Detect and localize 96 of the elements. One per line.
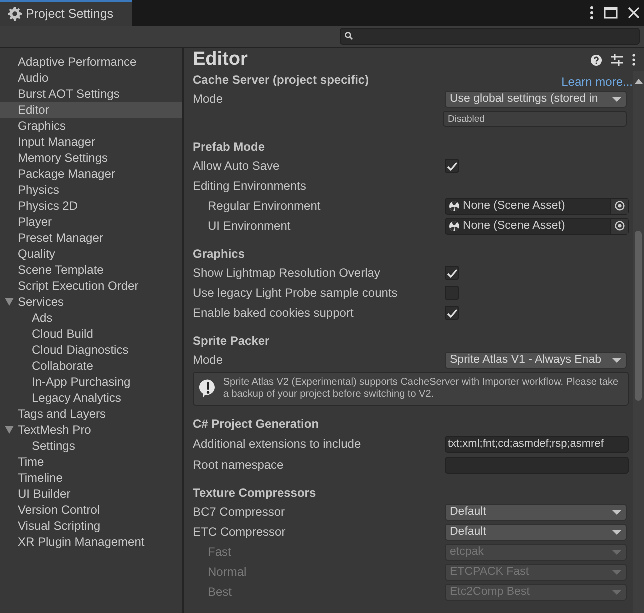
checkbox[interactable] xyxy=(445,159,459,173)
search-icon xyxy=(345,32,353,40)
sidebar-item[interactable]: TextMesh Pro xyxy=(0,422,182,438)
dropdown[interactable]: Use global settings (stored in xyxy=(445,90,627,108)
section-title: C# Project Generation xyxy=(193,417,320,431)
menu-icon[interactable] xyxy=(590,6,594,20)
sidebar-item[interactable]: Player xyxy=(0,214,182,230)
sidebar-item[interactable]: Time xyxy=(0,454,182,470)
section-title: Prefab Mode xyxy=(193,140,266,154)
dropdown[interactable]: Default xyxy=(445,524,627,540)
field-label: Enable baked cookies support xyxy=(193,306,355,320)
scroll-up-icon[interactable] xyxy=(635,79,643,84)
section-title: Texture Compressors xyxy=(193,486,316,500)
sidebar-item[interactable]: Package Manager xyxy=(0,166,182,182)
field-label: Normal xyxy=(207,565,248,579)
sidebar-item[interactable]: Tags and Layers xyxy=(0,406,182,422)
menu-icon[interactable] xyxy=(632,54,636,66)
sidebar-item[interactable]: Script Execution Order xyxy=(0,278,182,294)
sidebar-item[interactable]: XR Plugin Management xyxy=(0,534,182,550)
window-tab[interactable]: Project Settings xyxy=(0,0,132,26)
object-picker-button[interactable] xyxy=(610,198,628,214)
close-icon[interactable] xyxy=(628,7,640,19)
section-title: Graphics xyxy=(193,247,246,261)
sidebar-item[interactable]: Editor xyxy=(0,102,182,118)
expanded-icon[interactable] xyxy=(5,298,14,306)
sidebar-item[interactable]: Ads xyxy=(0,310,182,326)
sidebar-item[interactable]: Preset Manager xyxy=(0,230,182,246)
checkbox[interactable] xyxy=(445,266,459,280)
sidebar-item[interactable]: Graphics xyxy=(0,118,182,134)
caret-icon xyxy=(612,96,622,102)
text-field[interactable]: txt;xml;fnt;cd;asmdef;rsp;asmref xyxy=(445,436,629,452)
caret-icon xyxy=(612,358,622,362)
caret-icon xyxy=(612,510,622,514)
check-icon xyxy=(446,162,458,170)
sidebar-item[interactable]: Physics 2D xyxy=(0,198,182,214)
sidebar-item[interactable]: Adaptive Performance xyxy=(0,54,182,70)
sliders-icon[interactable] xyxy=(611,54,623,66)
object-picker-button[interactable] xyxy=(610,218,628,234)
check-icon xyxy=(446,268,458,278)
caret-icon xyxy=(612,530,622,534)
sidebar-item[interactable]: Quality xyxy=(0,246,182,262)
learn-more-link[interactable]: Learn more... xyxy=(562,75,633,89)
help-icon[interactable] xyxy=(591,54,602,66)
sidebar-item[interactable]: Settings xyxy=(0,438,182,454)
status-field: Disabled xyxy=(443,111,627,127)
field-label: UI Environment xyxy=(207,219,292,233)
field-label: Show Lightmap Resolution Overlay xyxy=(193,266,382,280)
field-label: Root namespace xyxy=(193,458,285,472)
dropdown[interactable]: Default xyxy=(445,504,627,520)
field-label: BC7 Compressor xyxy=(193,505,286,519)
sidebar-item[interactable]: Version Control xyxy=(0,502,182,518)
sidebar-item[interactable]: Physics xyxy=(0,182,182,198)
field-label: Regular Environment xyxy=(207,199,322,213)
caret-icon xyxy=(612,590,622,594)
object-field[interactable]: None (Scene Asset) xyxy=(445,218,629,234)
field-label: Editing Environments xyxy=(193,179,308,193)
maximize-icon[interactable] xyxy=(604,7,618,19)
sidebar-item[interactable]: Collaborate xyxy=(0,358,182,374)
expanded-icon[interactable] xyxy=(5,426,14,434)
warning-text: Sprite Atlas V2 (Experimental) supports CacheServer with Importer workflow. Please take a backup of your project before switching to V2. xyxy=(223,377,620,401)
field-label: Allow Auto Save xyxy=(193,159,281,173)
sidebar-item[interactable]: Cloud Build xyxy=(0,326,182,342)
field-label: Mode xyxy=(193,353,224,367)
field-label: ETC Compressor xyxy=(193,525,287,539)
sidebar-item[interactable]: Input Manager xyxy=(0,134,182,150)
sidebar-item[interactable]: Scene Template xyxy=(0,262,182,278)
field-label: Best xyxy=(207,585,234,599)
sidebar-item[interactable]: Memory Settings xyxy=(0,150,182,166)
section-title: Cache Server (project specific) xyxy=(193,73,370,87)
sidebar-item[interactable]: Audio xyxy=(0,70,182,86)
checkbox[interactable] xyxy=(445,306,459,320)
page-title: Editor xyxy=(193,49,248,71)
caret-icon xyxy=(612,550,622,554)
field-label: Mode xyxy=(193,92,224,106)
sidebar-item[interactable]: Cloud Diagnostics xyxy=(0,342,182,358)
search-field[interactable] xyxy=(340,28,640,44)
scene-asset-icon xyxy=(449,220,460,232)
scrollbar[interactable] xyxy=(633,71,644,613)
scene-asset-icon xyxy=(449,200,460,212)
field-label: Use legacy Light Probe sample counts xyxy=(193,286,399,300)
sidebar-item[interactable]: In-App Purchasing xyxy=(0,374,182,390)
sidebar-item[interactable]: UI Builder xyxy=(0,486,182,502)
object-field[interactable]: None (Scene Asset) xyxy=(445,198,629,214)
sidebar-item[interactable]: Visual Scripting xyxy=(0,518,182,534)
sidebar-item[interactable]: Legacy Analytics xyxy=(0,390,182,406)
gear-icon xyxy=(8,7,22,21)
sidebar-item[interactable]: Burst AOT Settings xyxy=(0,86,182,102)
check-icon xyxy=(446,308,458,318)
caret-icon xyxy=(612,570,622,574)
sidebar-item[interactable]: Services xyxy=(0,294,182,310)
field-label: Additional extensions to include xyxy=(193,437,362,451)
section-title: Sprite Packer xyxy=(193,334,270,348)
scroll-thumb[interactable] xyxy=(635,231,642,401)
sidebar-item[interactable]: Timeline xyxy=(0,470,182,486)
dropdown[interactable]: Sprite Atlas V1 - Always Enab xyxy=(445,352,627,368)
field-label: Fast xyxy=(207,545,232,559)
